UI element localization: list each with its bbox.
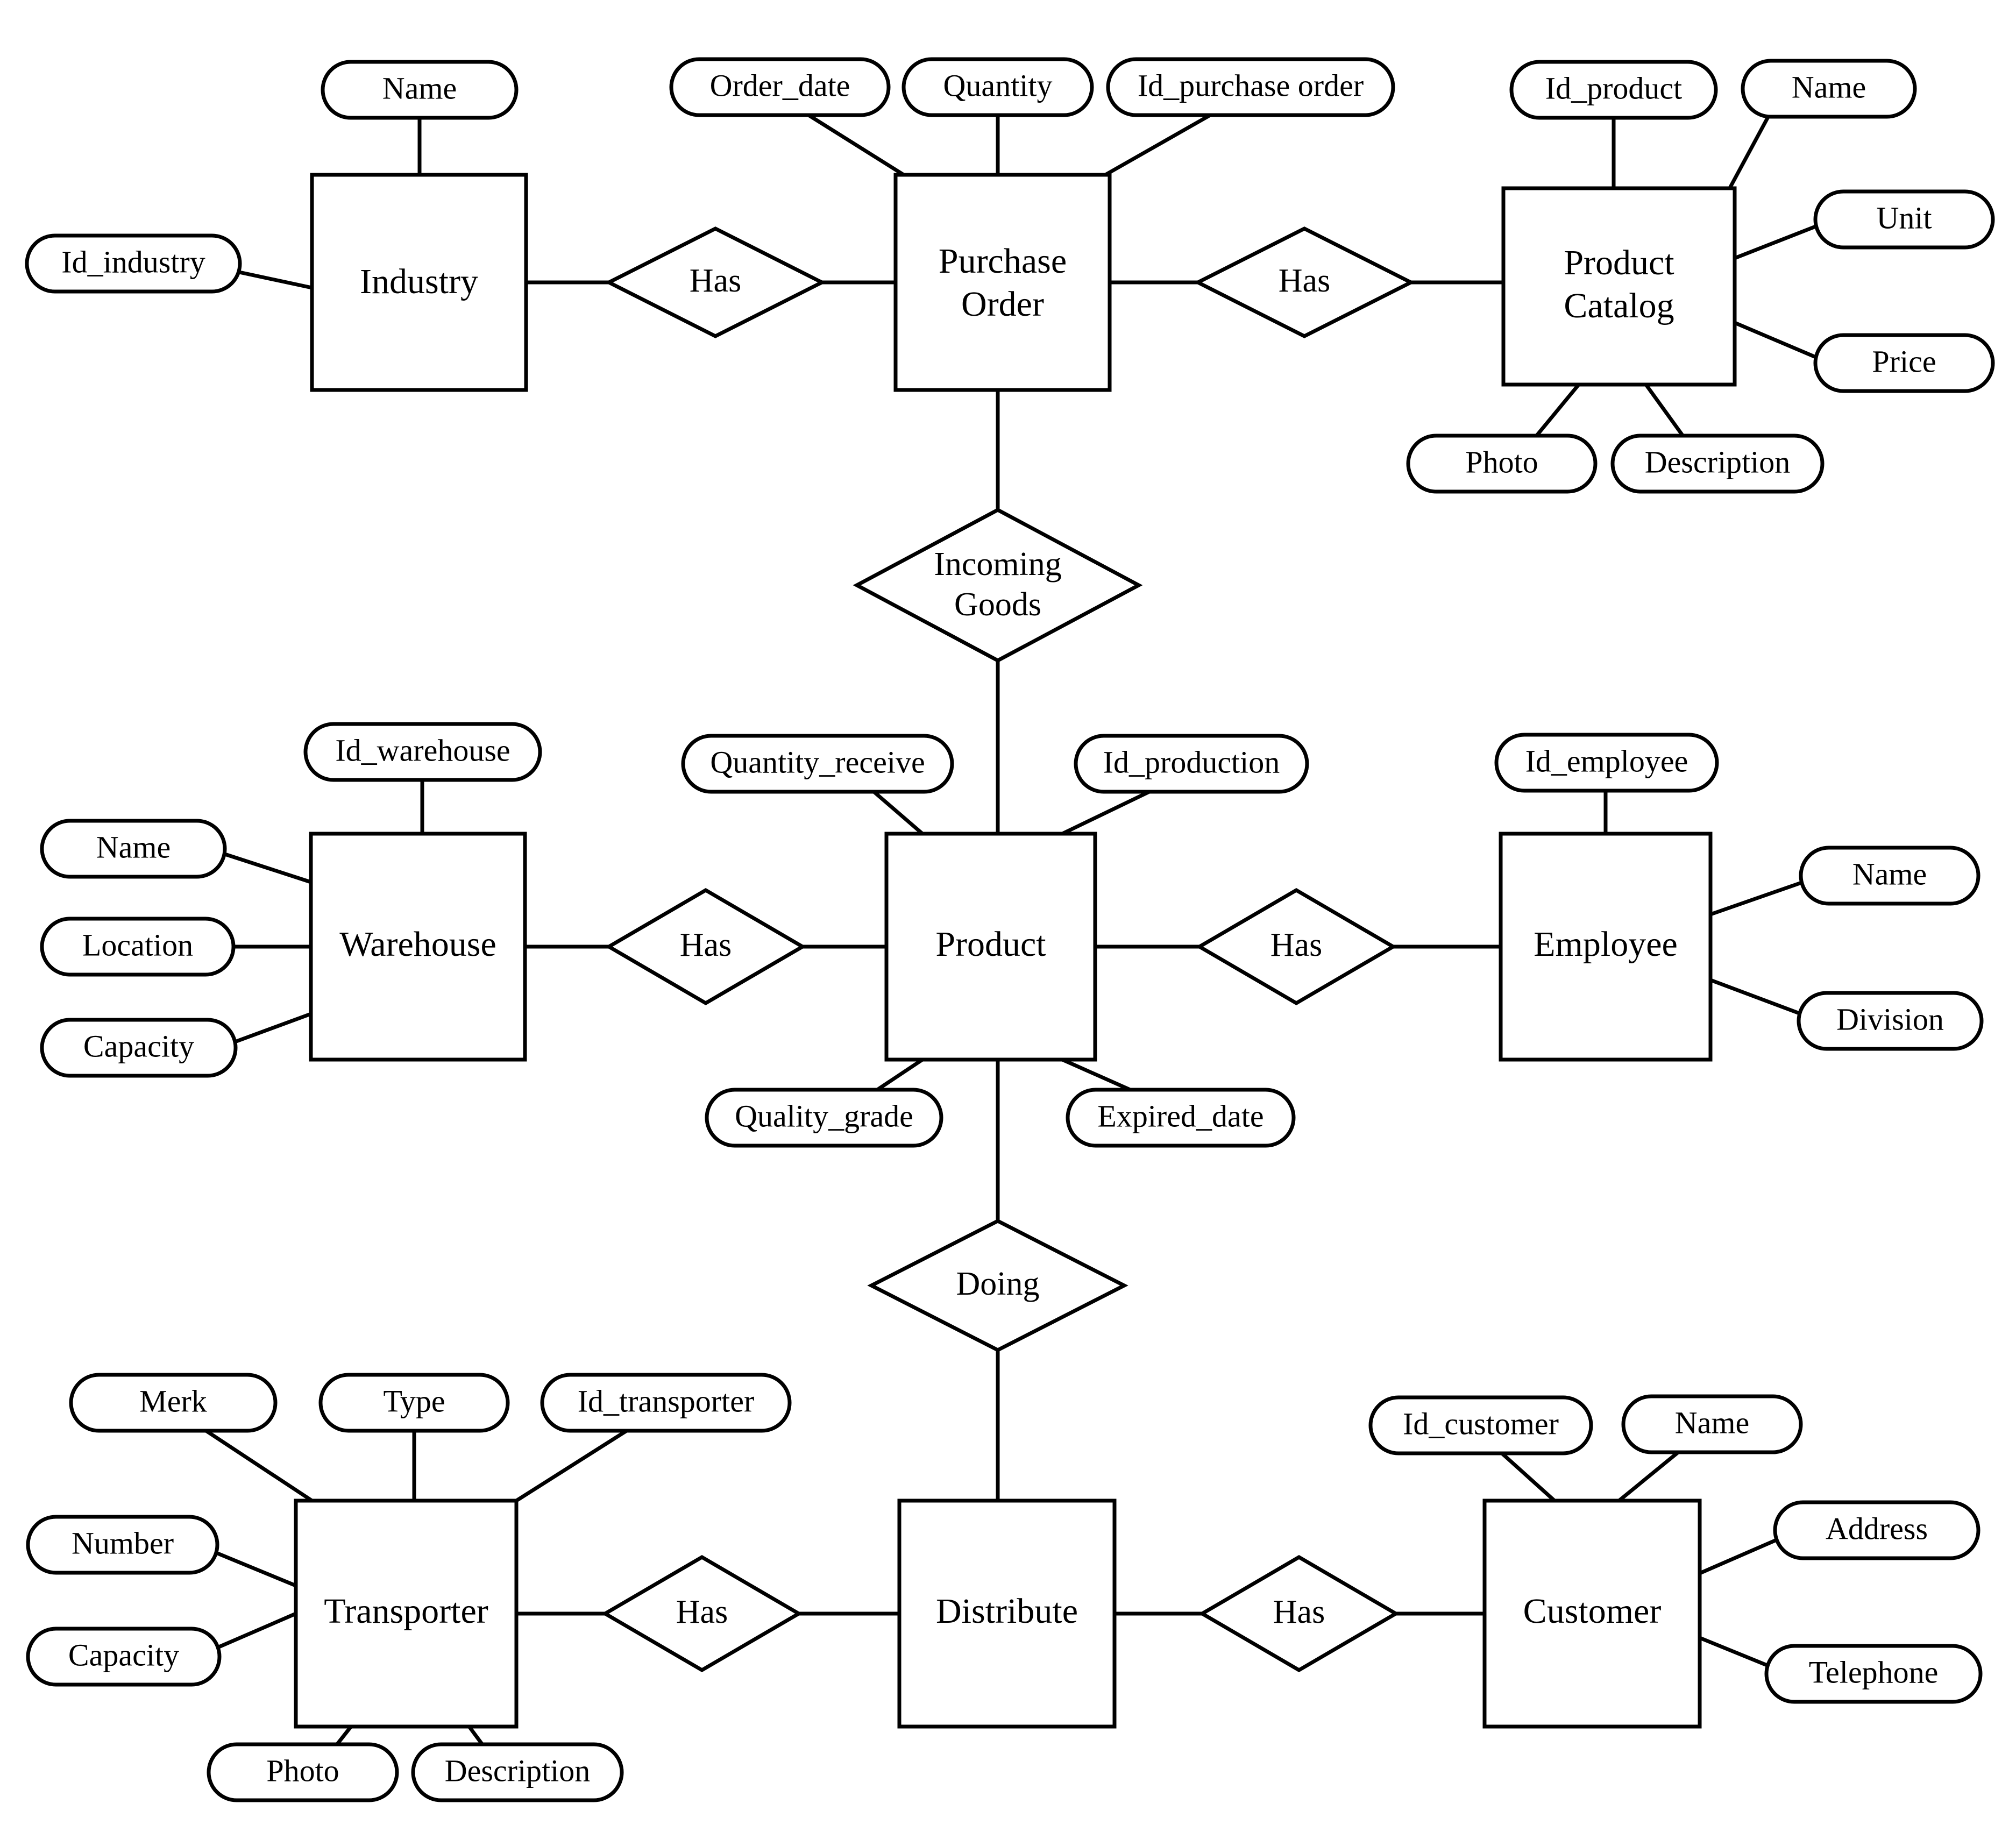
attribute-customer-id[interactable]: Id_customer: [1368, 1395, 1593, 1455]
attribute-industry-name[interactable]: Name: [321, 60, 519, 120]
attribute-product-catalog-id-product[interactable]: Id_product: [1509, 60, 1718, 120]
attribute-product-catalog-description[interactable]: Description: [1610, 434, 1825, 494]
er-diagram-canvas: Industry Purchase Order Product Catalog …: [0, 0, 2016, 1825]
attribute-wh-location-label: Location: [82, 927, 193, 962]
attribute-product-catalog-price[interactable]: Price: [1813, 333, 1995, 393]
attribute-pr-quantity-receive-label: Quantity_receive: [710, 744, 925, 779]
attribute-product-expired-date[interactable]: Expired_date: [1066, 1088, 1296, 1148]
attribute-cu-id-label: Id_customer: [1403, 1406, 1559, 1441]
attribute-pc-name-label: Name: [1792, 69, 1866, 104]
entity-product-catalog-label-line1: Product: [1564, 243, 1674, 282]
entity-customer[interactable]: Customer: [1482, 1499, 1702, 1729]
relationship-has-3-label: Has: [680, 927, 732, 963]
attribute-po-id-label: Id_purchase order: [1138, 68, 1364, 103]
entity-product-catalog-label-line2: Catalog: [1564, 286, 1674, 325]
attribute-purchase-order-quantity[interactable]: Quantity: [901, 57, 1094, 117]
entity-customer-label: Customer: [1523, 1592, 1662, 1631]
attribute-wh-id-label: Id_warehouse: [335, 733, 510, 768]
attribute-transporter-photo[interactable]: Photo: [207, 1742, 399, 1802]
attribute-transporter-capacity[interactable]: Capacity: [26, 1627, 222, 1687]
attribute-cu-address-label: Address: [1826, 1511, 1928, 1546]
attribute-po-quantity-label: Quantity: [943, 68, 1053, 103]
attribute-customer-name[interactable]: Name: [1621, 1394, 1803, 1454]
entity-industry-label: Industry: [360, 262, 478, 301]
attribute-tr-number-label: Number: [72, 1525, 174, 1560]
entity-distribute-label: Distribute: [936, 1592, 1078, 1631]
attribute-po-order-date-label: Order_date: [710, 68, 850, 103]
attribute-pr-quality-grade-label: Quality_grade: [735, 1098, 913, 1133]
attribute-industry-id-industry[interactable]: Id_industry: [25, 233, 242, 294]
attribute-product-catalog-name[interactable]: Name: [1741, 59, 1917, 119]
attribute-warehouse-capacity[interactable]: Capacity: [40, 1018, 238, 1078]
entity-purchase-order[interactable]: Purchase Order: [893, 173, 1112, 392]
entity-product-catalog[interactable]: Product Catalog: [1501, 186, 1737, 387]
relationship-incoming-goods-label-line1: Incoming: [934, 546, 1062, 583]
entity-distribute[interactable]: Distribute: [897, 1499, 1117, 1729]
attribute-wh-name-label: Name: [96, 829, 171, 864]
attribute-warehouse-id[interactable]: Id_warehouse: [303, 722, 542, 782]
attribute-cu-telephone-label: Telephone: [1809, 1654, 1939, 1689]
attribute-product-catalog-photo[interactable]: Photo: [1406, 434, 1598, 494]
attribute-industry-name-label: Name: [382, 70, 457, 105]
entity-purchase-order-box[interactable]: [893, 173, 1112, 392]
attribute-tr-capacity-label: Capacity: [68, 1637, 179, 1672]
attribute-emp-division-label: Division: [1836, 1002, 1944, 1036]
attribute-transporter-id[interactable]: Id_transporter: [540, 1373, 792, 1433]
entity-transporter-label: Transporter: [324, 1592, 488, 1631]
entity-product-label: Product: [935, 925, 1046, 964]
relationship-incoming-goods-label-line2: Goods: [954, 586, 1041, 623]
attribute-emp-id-label: Id_employee: [1525, 743, 1688, 778]
entity-warehouse-label: Warehouse: [339, 925, 496, 964]
attribute-cu-name-label: Name: [1675, 1405, 1750, 1440]
relationship-doing-label: Doing: [956, 1266, 1040, 1302]
attribute-emp-name-label: Name: [1852, 856, 1927, 891]
attribute-pc-price-label: Price: [1872, 344, 1936, 379]
attribute-transporter-description[interactable]: Description: [411, 1742, 624, 1802]
attribute-purchase-order-id[interactable]: Id_purchase order: [1106, 57, 1395, 117]
attribute-employee-division[interactable]: Division: [1797, 991, 1984, 1051]
attribute-warehouse-location[interactable]: Location: [40, 917, 236, 977]
entity-employee[interactable]: Employee: [1499, 832, 1713, 1062]
attribute-warehouse-name[interactable]: Name: [40, 819, 227, 879]
entity-product[interactable]: Product: [884, 832, 1097, 1062]
attribute-pc-unit-label: Unit: [1876, 200, 1932, 235]
attribute-tr-description-label: Description: [445, 1753, 591, 1788]
entity-purchase-order-label-line1: Purchase: [939, 242, 1067, 281]
attribute-customer-telephone[interactable]: Telephone: [1764, 1644, 1983, 1704]
attribute-transporter-type[interactable]: Type: [318, 1373, 510, 1433]
attribute-product-quantity-receive[interactable]: Quantity_receive: [681, 734, 954, 794]
attribute-tr-id-label: Id_transporter: [578, 1383, 755, 1418]
relationship-has-5-label: Has: [676, 1594, 728, 1630]
entity-warehouse[interactable]: Warehouse: [309, 832, 527, 1062]
attribute-tr-type-label: Type: [383, 1383, 445, 1418]
attribute-product-id-production[interactable]: Id_production: [1074, 734, 1309, 794]
entity-transporter[interactable]: Transporter: [294, 1499, 519, 1729]
entity-industry[interactable]: Industry: [310, 173, 528, 392]
attribute-tr-photo-label: Photo: [266, 1753, 339, 1788]
relationship-has-2-label: Has: [1279, 262, 1330, 299]
relationship-has-1-label: Has: [690, 262, 741, 299]
attribute-transporter-number[interactable]: Number: [26, 1515, 219, 1575]
attribute-wh-capacity-label: Capacity: [83, 1028, 194, 1063]
entity-purchase-order-label-line2: Order: [961, 285, 1044, 324]
attribute-purchase-order-order-date[interactable]: Order_date: [669, 57, 891, 117]
entity-employee-label: Employee: [1534, 925, 1678, 964]
attribute-pr-id-production-label: Id_production: [1103, 744, 1280, 779]
attribute-pc-description-label: Description: [1645, 444, 1791, 479]
attribute-pc-id-product-label: Id_product: [1545, 70, 1683, 105]
attribute-pc-photo-label: Photo: [1465, 444, 1538, 479]
attribute-transporter-merk[interactable]: Merk: [69, 1373, 278, 1433]
relationship-has-6-label: Has: [1273, 1594, 1325, 1630]
attribute-product-catalog-unit[interactable]: Unit: [1813, 189, 1995, 250]
attribute-pr-expired-date-label: Expired_date: [1097, 1098, 1263, 1133]
attribute-employee-id[interactable]: Id_employee: [1494, 733, 1719, 793]
attribute-employee-name[interactable]: Name: [1799, 846, 1980, 906]
attribute-customer-address[interactable]: Address: [1773, 1500, 1980, 1560]
attribute-product-quality-grade[interactable]: Quality_grade: [705, 1088, 943, 1148]
attribute-tr-merk-label: Merk: [139, 1383, 207, 1418]
attribute-industry-id-label: Id_industry: [61, 244, 205, 279]
relationship-has-4-label: Has: [1270, 927, 1322, 963]
